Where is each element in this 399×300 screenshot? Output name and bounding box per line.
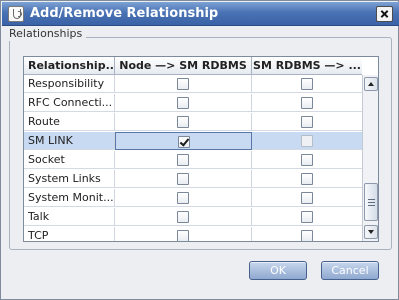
node-to-sm-rdbms-checkbox[interactable] (177, 78, 189, 90)
node-to-sm-rdbms-checkbox[interactable] (177, 116, 189, 128)
table-row[interactable]: System Monit... (24, 189, 362, 207)
sm-rdbms-to-cell (252, 94, 362, 112)
vertical-scrollbar[interactable] (362, 75, 378, 241)
table-row[interactable]: Route (24, 113, 362, 131)
table-row[interactable]: Talk (24, 208, 362, 226)
table-row[interactable]: System Links (24, 170, 362, 188)
relationships-table: Relationship... Node —> SM RDBMS SM RDBM… (23, 56, 379, 242)
sm-rdbms-to-cell (252, 151, 362, 169)
column-header-sm-rdbms-to[interactable]: SM RDBMS —> ... (252, 57, 362, 75)
table-row[interactable]: RFC Connecti... (24, 94, 362, 112)
scroll-thumb[interactable] (364, 183, 378, 221)
sm-rdbms-to-cell (252, 113, 362, 131)
table-row[interactable]: Socket (24, 151, 362, 169)
node-to-sm-rdbms-cell (115, 208, 252, 226)
sm-rdbms-to-checkbox[interactable] (301, 97, 313, 109)
ok-button[interactable]: OK (249, 261, 307, 280)
table-row[interactable]: TCP (24, 227, 362, 241)
sm-rdbms-to-checkbox[interactable] (301, 211, 313, 223)
sm-rdbms-to-checkbox[interactable] (301, 135, 313, 147)
sm-rdbms-to-checkbox[interactable] (301, 78, 313, 90)
title-bar[interactable]: Add/Remove Relationship (2, 2, 399, 26)
table-header: Relationship... Node —> SM RDBMS SM RDBM… (24, 57, 362, 75)
sm-rdbms-to-cell (252, 227, 362, 241)
node-to-sm-rdbms-checkbox[interactable] (177, 173, 189, 185)
node-to-sm-rdbms-cell (115, 170, 252, 188)
sm-rdbms-to-cell (252, 170, 362, 188)
node-to-sm-rdbms-checkbox[interactable] (177, 97, 189, 109)
sm-rdbms-to-checkbox[interactable] (301, 154, 313, 166)
relationship-name-cell: Responsibility (24, 75, 115, 93)
node-to-sm-rdbms-cell (115, 189, 252, 207)
relationship-name-cell: System Monit... (24, 189, 115, 207)
relationships-legend: Relationships (5, 27, 87, 41)
node-to-sm-rdbms-checkbox[interactable] (177, 154, 189, 166)
node-to-sm-rdbms-cell (115, 113, 252, 131)
relationship-name-cell: TCP (24, 227, 115, 241)
sm-rdbms-to-checkbox[interactable] (301, 116, 313, 128)
sm-rdbms-to-checkbox[interactable] (301, 230, 313, 241)
node-to-sm-rdbms-cell (115, 75, 252, 93)
dialog-title: Add/Remove Relationship (30, 6, 219, 21)
scroll-up-icon[interactable] (364, 77, 378, 91)
relationship-name-cell: Route (24, 113, 115, 131)
table-row[interactable]: Responsibility (24, 75, 362, 93)
table-row[interactable]: SM LINK (24, 132, 362, 150)
close-icon[interactable] (376, 6, 393, 22)
sm-rdbms-to-checkbox[interactable] (301, 173, 313, 185)
sm-rdbms-to-cell (252, 132, 362, 150)
cancel-button[interactable]: Cancel (321, 261, 379, 280)
node-to-sm-rdbms-checkbox[interactable] (177, 192, 189, 204)
sm-rdbms-to-cell (252, 189, 362, 207)
node-to-sm-rdbms-checkbox[interactable] (177, 211, 189, 223)
relationship-name-cell: Socket (24, 151, 115, 169)
sm-rdbms-to-cell (252, 75, 362, 93)
relationship-name-cell: RFC Connecti... (24, 94, 115, 112)
column-header-node-to-sm-rdbms[interactable]: Node —> SM RDBMS (115, 57, 252, 75)
relationship-name-cell: SM LINK (24, 132, 115, 150)
node-to-sm-rdbms-cell (115, 227, 252, 241)
relationship-name-cell: Talk (24, 208, 115, 226)
node-to-sm-rdbms-checkbox[interactable] (177, 230, 189, 241)
node-to-sm-rdbms-cell (115, 132, 252, 150)
column-header-relationship[interactable]: Relationship... (24, 57, 115, 75)
scroll-down-icon[interactable] (364, 225, 378, 239)
java-cup-icon (8, 6, 24, 22)
relationship-name-cell: System Links (24, 170, 115, 188)
node-to-sm-rdbms-cell (115, 94, 252, 112)
sm-rdbms-to-cell (252, 208, 362, 226)
node-to-sm-rdbms-cell (115, 151, 252, 169)
sm-rdbms-to-checkbox[interactable] (301, 192, 313, 204)
node-to-sm-rdbms-checkbox[interactable] (178, 136, 190, 148)
add-remove-relationship-dialog: Add/Remove Relationship Relationships Re… (0, 0, 399, 300)
